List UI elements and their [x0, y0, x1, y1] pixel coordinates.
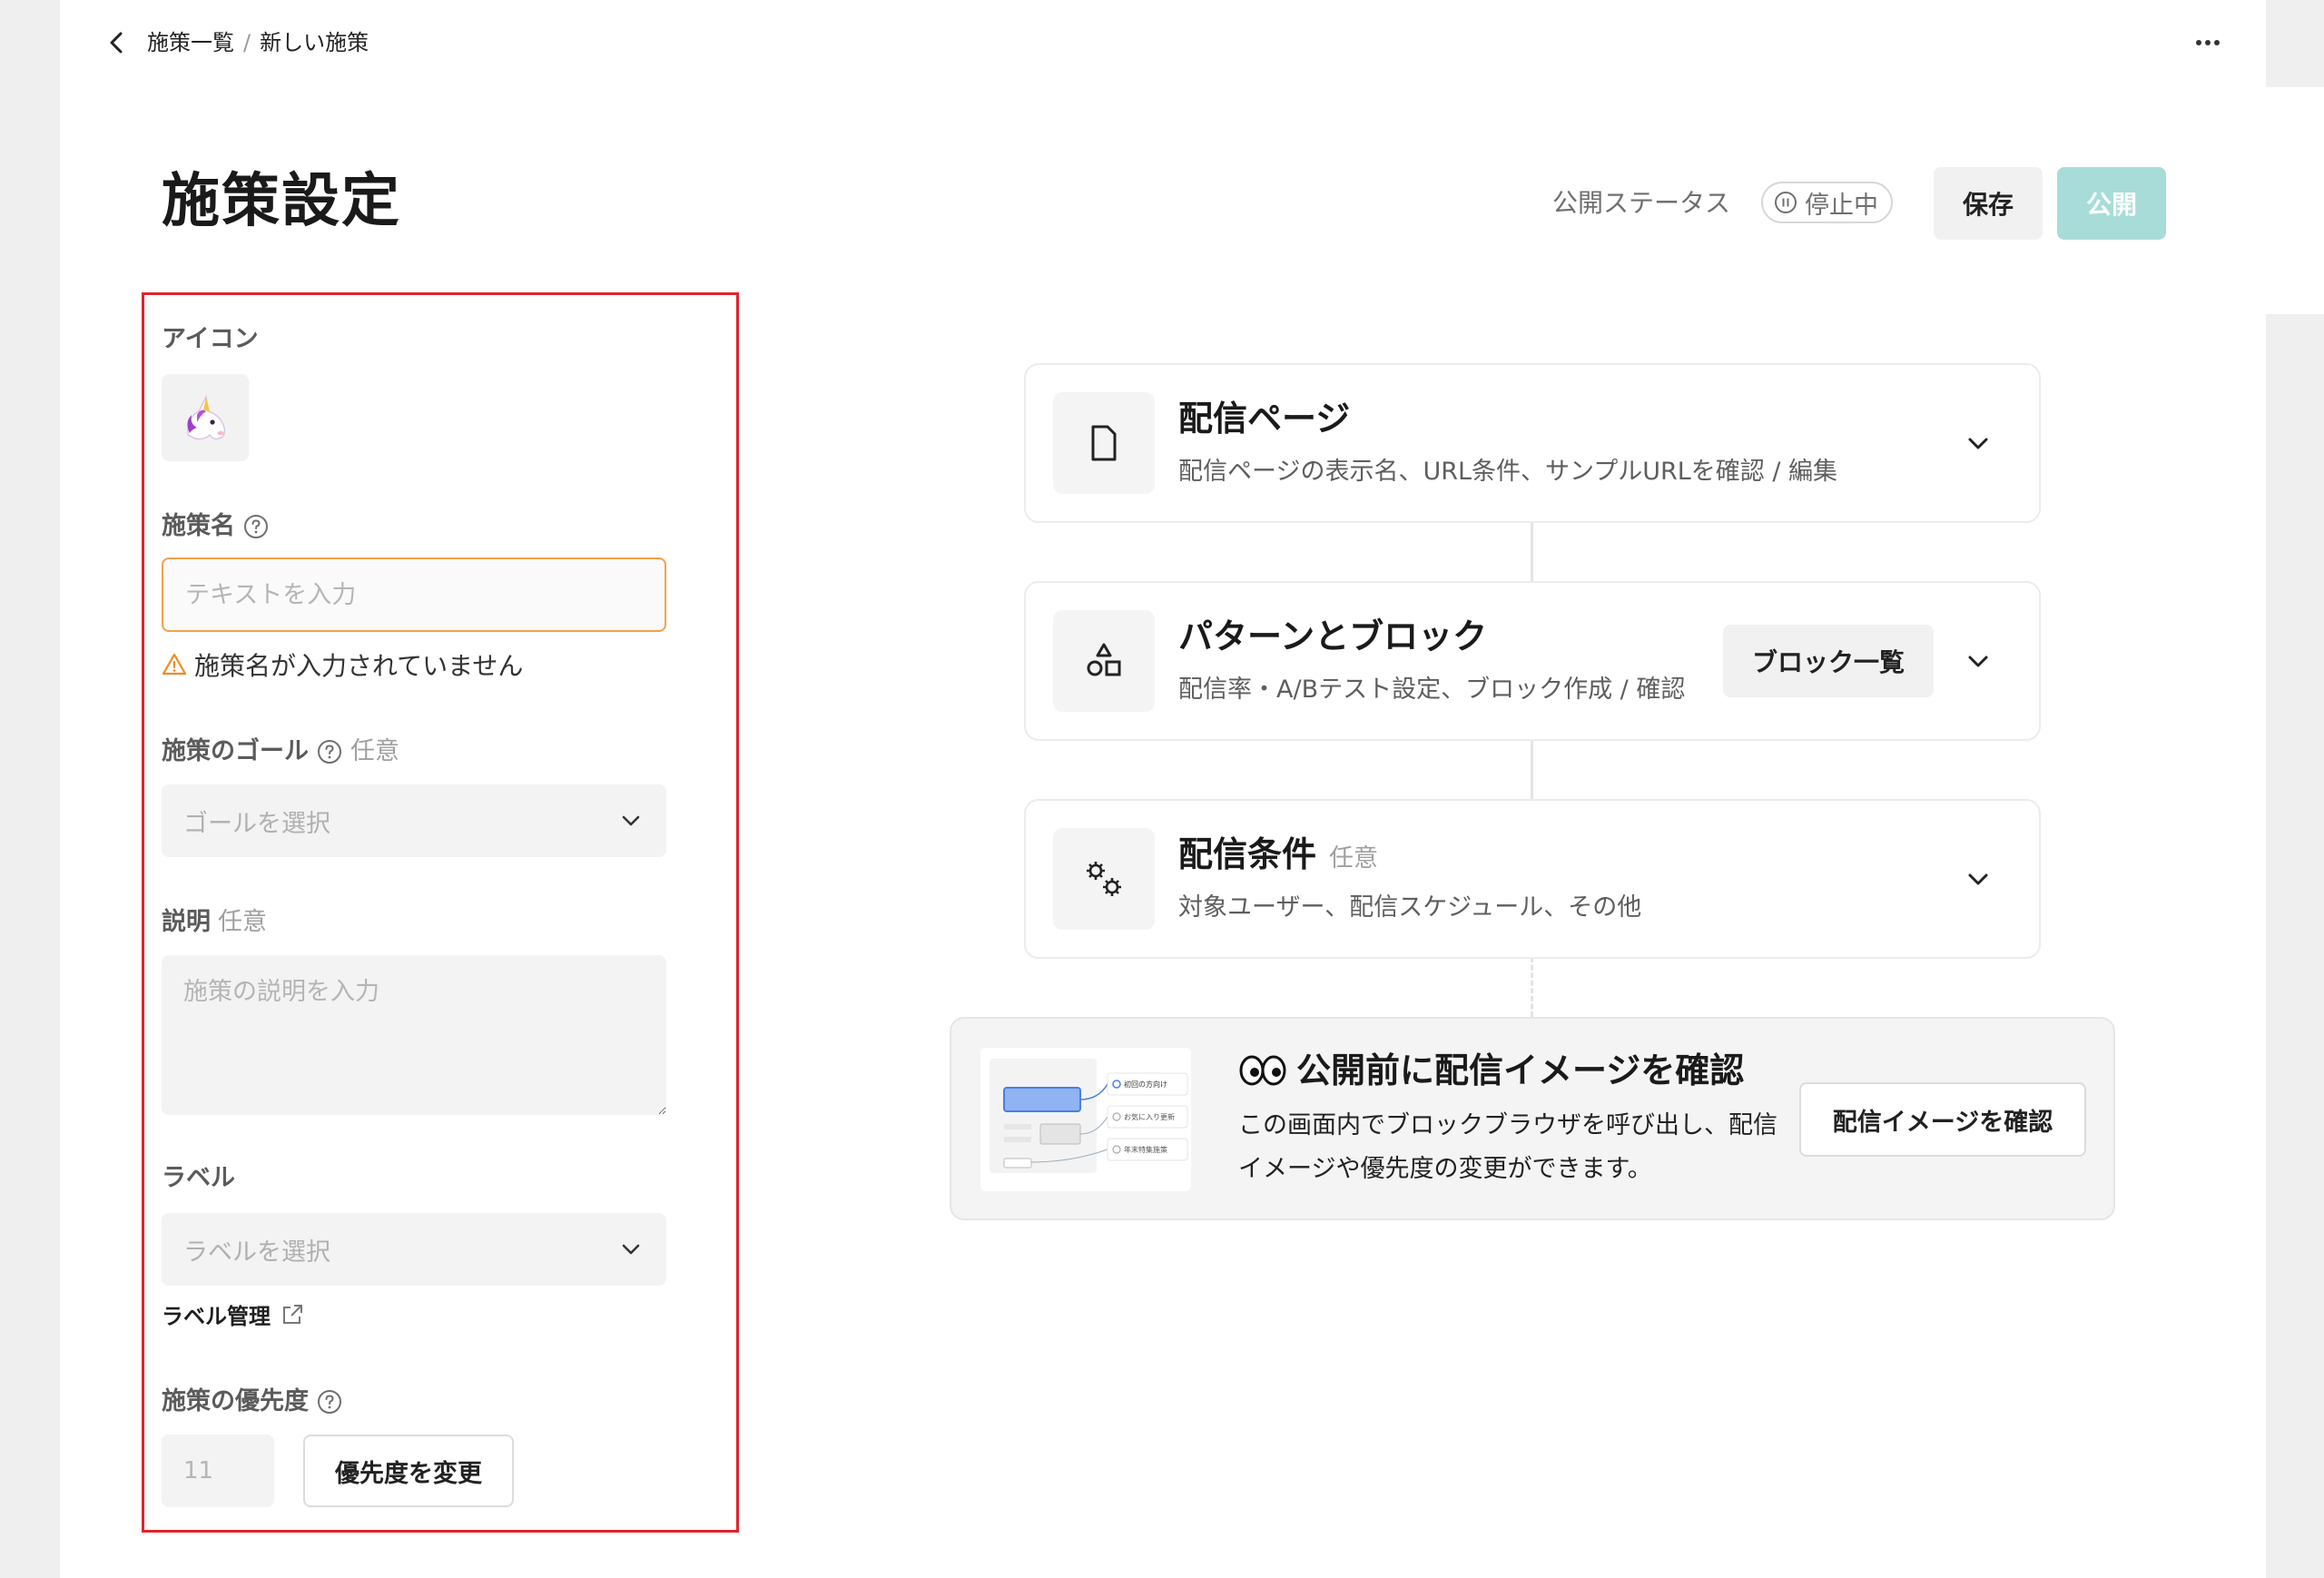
name-field-label: 施策名 [162, 510, 270, 543]
card-optional-tag: 任意 [1329, 844, 1379, 873]
label-select-placeholder: ラベルを選択 [183, 1238, 330, 1267]
help-icon[interactable] [316, 1388, 343, 1415]
eyes-icon [1239, 1055, 1286, 1086]
label-label-text: ラベル [162, 1164, 235, 1192]
status-badge: 停止中 [1761, 182, 1893, 223]
breadcrumb-parent[interactable]: 施策一覧 [147, 28, 234, 57]
description-field-label: 説明 任意 [162, 906, 267, 939]
publish-button[interactable]: 公開 [2057, 167, 2166, 240]
chevron-down-icon[interactable] [1963, 864, 1994, 895]
card-title: 配信条件 任意 [1178, 832, 1378, 882]
card-icon-box [1053, 610, 1155, 712]
chevron-down-icon[interactable] [1963, 646, 1994, 677]
priority-value-text: 11 [183, 1457, 214, 1484]
thumb-item-label: 初回の方向け [1124, 1080, 1167, 1089]
preview-description: この画面内でブロックブラウザを呼び出し、配信イメージや優先度の変更ができます。 [1238, 1111, 1777, 1183]
save-button[interactable]: 保存 [1934, 167, 2043, 240]
preview-title: 公開前に配信イメージを確認 [1238, 1048, 1744, 1093]
name-input[interactable] [162, 557, 666, 632]
flow-connector [1531, 739, 1533, 799]
shapes-icon [1087, 643, 1121, 676]
breadcrumb: 施策一覧 / 新しい施策 [147, 28, 369, 57]
preview-thumbnail: 初回の方向け お気に入り更新 年末特集施策 [980, 1048, 1191, 1191]
card-title-text: 配信ページ [1178, 399, 1351, 439]
page: 施策一覧 / 新しい施策 施策設定 公開ステータス 停止中 保存 公開 アイコン [60, 0, 2266, 1578]
card-delivery-conditions[interactable]: 配信条件 任意 対象ユーザー、配信スケジュール、その他 [1024, 799, 2041, 959]
name-warning-text: 施策名が入力されていません [194, 651, 524, 681]
more-icon[interactable] [2190, 27, 2226, 58]
right-edge-panel [2266, 87, 2324, 314]
help-icon[interactable] [242, 513, 270, 540]
card-description: 対象ユーザー、配信スケジュール、その他 [1178, 893, 1642, 922]
flow-connector [1531, 521, 1533, 581]
chevron-down-icon [622, 1244, 640, 1255]
priority-value: 11 [162, 1435, 274, 1507]
priority-field-label: 施策の優先度 [162, 1386, 343, 1418]
warning-icon [162, 653, 187, 676]
card-title: 配信ページ [1178, 396, 1350, 441]
card-delivery-page[interactable]: 配信ページ 配信ページの表示名、URL条件、サンプルURLを確認 / 編集 [1024, 363, 2041, 523]
preview-thumbnail-graphic: 初回の方向け お気に入り更新 年末特集施策 [990, 1059, 1188, 1173]
card-icon-box [1053, 392, 1155, 494]
card-description: 配信率・A/Bテスト設定、ブロック作成 / 確認 [1178, 676, 1686, 704]
unicorn-icon [187, 394, 226, 440]
card-title-text: 配信条件 [1178, 834, 1317, 874]
card-patterns-blocks[interactable]: パターンとブロック 配信率・A/Bテスト設定、ブロック作成 / 確認 ブロック一… [1024, 581, 2041, 741]
card-title: パターンとブロック [1178, 614, 1487, 659]
label-select[interactable]: ラベルを選択 [162, 1213, 666, 1286]
flow-connector-dashed [1531, 957, 1533, 1017]
page-title: 施策設定 [162, 168, 401, 235]
status-badge-text: 停止中 [1805, 191, 1878, 220]
gears-icon [1087, 862, 1121, 896]
description-label-text: 説明 [162, 908, 211, 936]
top-bar: 施策一覧 / 新しい施策 [60, 0, 2266, 85]
publish-status-label: 公開ステータス [1552, 188, 1731, 218]
icon-field-label: アイコン [162, 323, 259, 356]
thumb-item-label: 年末特集施策 [1124, 1145, 1167, 1154]
external-link-icon [283, 1304, 302, 1324]
icon-label-text: アイコン [162, 325, 259, 353]
icon-picker[interactable] [162, 374, 249, 461]
page-icon [1091, 425, 1117, 461]
chevron-left-icon[interactable] [102, 27, 133, 58]
description-textarea[interactable] [162, 955, 666, 1115]
chevron-down-icon[interactable] [1963, 429, 1994, 459]
name-label-text: 施策名 [162, 512, 235, 540]
card-title-text: パターンとブロック [1178, 616, 1488, 656]
preview-panel: 初回の方向け お気に入り更新 年末特集施策 公開前に配信イメージを確認 この画面… [950, 1017, 2115, 1220]
label-manage-link[interactable]: ラベル管理 [162, 1298, 305, 1330]
change-priority-button[interactable]: 優先度を変更 [303, 1435, 514, 1507]
breadcrumb-separator: / [243, 30, 251, 55]
thumb-item-label: お気に入り更新 [1124, 1112, 1175, 1121]
pause-icon [1775, 192, 1797, 213]
goal-select-placeholder: ゴールを選択 [183, 809, 330, 838]
goal-select[interactable]: ゴールを選択 [162, 784, 666, 857]
goal-field-label: 施策のゴール 任意 [162, 735, 399, 768]
block-list-button[interactable]: ブロック一覧 [1723, 625, 1934, 697]
chevron-down-icon [622, 815, 640, 826]
help-icon[interactable] [316, 738, 343, 765]
label-manage-text: ラベル管理 [162, 1304, 271, 1329]
preview-title-text: 公開前に配信イメージを確認 [1296, 1050, 1745, 1090]
breadcrumb-current: 新しい施策 [260, 30, 369, 55]
goal-optional-tag: 任意 [350, 737, 399, 765]
name-warning: 施策名が入力されていません [162, 646, 523, 683]
label-field-label: ラベル [162, 1162, 235, 1195]
card-icon-box [1053, 828, 1155, 930]
priority-label-text: 施策の優先度 [162, 1387, 309, 1415]
preview-confirm-button[interactable]: 配信イメージを確認 [1799, 1082, 2086, 1157]
goal-label-text: 施策のゴール [162, 737, 309, 765]
description-optional-tag: 任意 [218, 908, 267, 936]
card-description: 配信ページの表示名、URL条件、サンプルURLを確認 / 編集 [1178, 458, 1838, 486]
